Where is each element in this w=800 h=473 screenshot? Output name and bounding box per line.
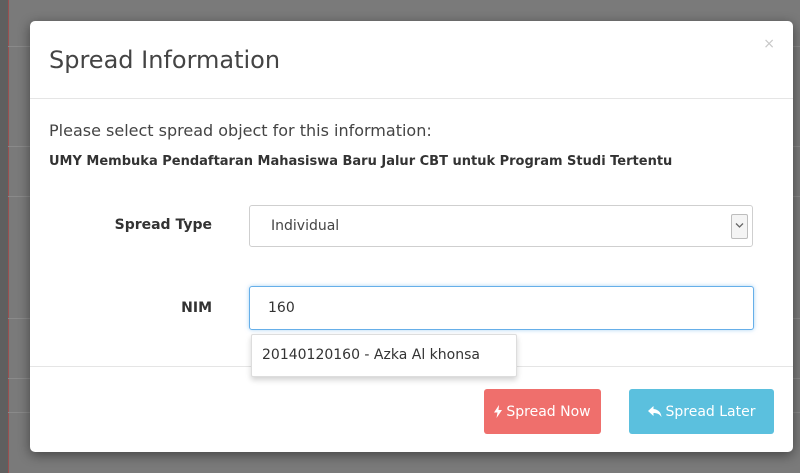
spread-type-select[interactable]: Individual xyxy=(249,205,753,247)
spread-type-value: Individual xyxy=(271,218,340,234)
spread-type-label: Spread Type xyxy=(114,217,212,233)
spread-information-modal: Spread Information × Please select sprea… xyxy=(30,21,793,452)
nim-input[interactable] xyxy=(249,286,754,330)
spread-later-button[interactable]: Spread Later xyxy=(629,389,774,434)
modal-header: Spread Information × xyxy=(30,21,793,99)
bolt-icon xyxy=(494,405,503,418)
spread-now-label: Spread Now xyxy=(506,403,591,420)
nim-label: NIM xyxy=(181,300,212,316)
reply-icon xyxy=(647,405,661,417)
spread-now-button[interactable]: Spread Now xyxy=(484,389,601,434)
instruction-text: Please select spread object for this inf… xyxy=(49,121,432,140)
close-button[interactable]: × xyxy=(763,37,775,51)
spread-later-label: Spread Later xyxy=(665,403,756,420)
chevron-down-icon[interactable] xyxy=(731,214,748,239)
autocomplete-suggestion[interactable]: 20140120160 - Azka Al khonsa xyxy=(262,347,480,363)
information-title: UMY Membuka Pendaftaran Mahasiswa Baru J… xyxy=(49,154,673,169)
modal-title: Spread Information xyxy=(49,46,281,74)
nim-autocomplete-dropdown: 20140120160 - Azka Al khonsa xyxy=(251,334,517,377)
